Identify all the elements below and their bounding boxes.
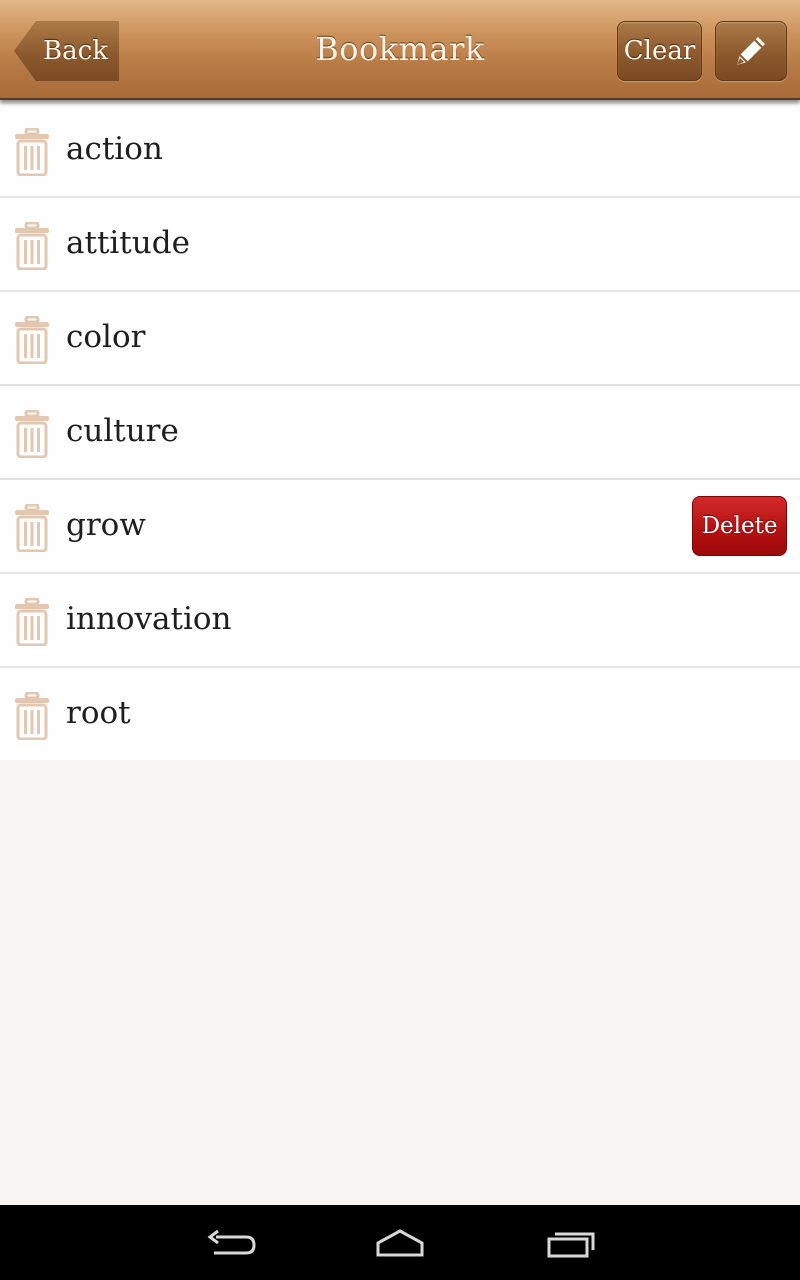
bookmark-word: attitude — [66, 225, 190, 261]
list-item[interactable]: grow Delete — [0, 480, 800, 574]
bookmark-word: grow — [66, 507, 146, 543]
clear-button[interactable]: Clear — [617, 21, 702, 81]
list-item[interactable]: culture — [0, 386, 800, 480]
list-item[interactable]: action — [0, 104, 800, 198]
trash-icon[interactable] — [14, 598, 50, 646]
bookmark-word: color — [66, 319, 146, 355]
clear-button-label: Clear — [623, 36, 696, 66]
bookmark-word: root — [66, 695, 131, 731]
recent-apps-icon[interactable] — [541, 1225, 601, 1261]
trash-icon[interactable] — [14, 504, 50, 552]
trash-icon[interactable] — [14, 222, 50, 270]
bookmark-word: culture — [66, 413, 179, 449]
list-item[interactable]: attitude — [0, 198, 800, 292]
trash-icon[interactable] — [14, 128, 50, 176]
list-item[interactable]: root — [0, 668, 800, 760]
delete-button[interactable]: Delete — [692, 496, 787, 556]
back-icon[interactable] — [200, 1225, 260, 1261]
trash-icon[interactable] — [14, 692, 50, 740]
bookmark-word: action — [66, 131, 163, 167]
bookmark-list: action attitude color culture grow Delet… — [0, 104, 800, 760]
delete-button-label: Delete — [701, 513, 778, 539]
system-nav-bar — [0, 1205, 800, 1280]
header-bar: Back Bookmark Clear — [0, 0, 800, 100]
pencil-icon — [737, 37, 765, 65]
trash-icon[interactable] — [14, 316, 50, 364]
list-item[interactable]: color — [0, 292, 800, 386]
trash-icon[interactable] — [14, 410, 50, 458]
list-item[interactable]: innovation — [0, 574, 800, 668]
home-icon[interactable] — [370, 1225, 430, 1261]
edit-button[interactable] — [715, 21, 787, 81]
bookmark-word: innovation — [66, 601, 232, 637]
